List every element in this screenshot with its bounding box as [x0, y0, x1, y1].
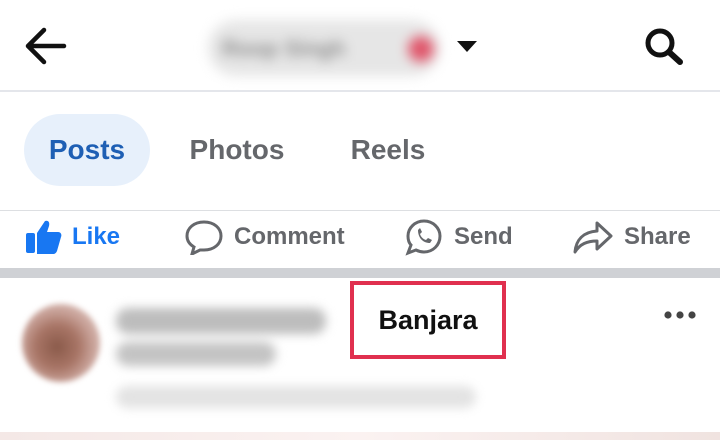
search-button[interactable]: [640, 24, 688, 68]
like-label: Like: [72, 223, 121, 250]
post-meta-blurred: [116, 386, 476, 408]
share-arrow-icon: [573, 221, 613, 254]
more-horizontal-icon: [664, 311, 696, 319]
highlighted-label: Banjara: [350, 281, 506, 359]
tab-posts[interactable]: Posts: [24, 114, 150, 186]
like-button[interactable]: Like: [24, 211, 120, 263]
caret-down-icon: [457, 41, 477, 52]
tab-photos[interactable]: Photos: [174, 114, 300, 186]
profile-name-blurred[interactable]: Roop Singh: [208, 20, 440, 76]
comment-bubble-icon: [185, 220, 223, 255]
top-app-bar: Roop Singh: [0, 0, 720, 90]
whatsapp-icon: [405, 219, 442, 256]
post-action-bar: Like Comment Send Share: [0, 210, 720, 269]
post-author-blurred[interactable]: [116, 308, 336, 370]
comment-label: Comment: [234, 223, 345, 250]
post-card: Banjara: [0, 278, 720, 440]
tab-reels[interactable]: Reels: [330, 114, 446, 186]
profile-name-text: Roop Singh: [222, 36, 346, 61]
profile-badge: [408, 36, 434, 62]
profile-switch-dropdown[interactable]: [455, 38, 479, 54]
highlight-text: Banjara: [378, 305, 478, 335]
share-button[interactable]: Share: [572, 211, 691, 263]
arrow-left-icon: [25, 27, 67, 65]
post-image-edge: [0, 432, 720, 440]
author-line-blurred: [116, 308, 326, 334]
share-label: Share: [624, 223, 691, 250]
search-icon: [645, 28, 683, 65]
avatar[interactable]: [22, 304, 100, 382]
author-subline-blurred: [116, 342, 276, 366]
send-button[interactable]: Send: [404, 211, 513, 263]
send-label: Send: [454, 223, 513, 250]
profile-tabs: Posts Photos Reels: [0, 92, 720, 210]
section-separator: [0, 268, 720, 278]
back-button[interactable]: [22, 24, 70, 68]
comment-button[interactable]: Comment: [184, 211, 345, 263]
post-options-button[interactable]: [660, 300, 700, 330]
thumbs-up-icon: [26, 220, 62, 254]
